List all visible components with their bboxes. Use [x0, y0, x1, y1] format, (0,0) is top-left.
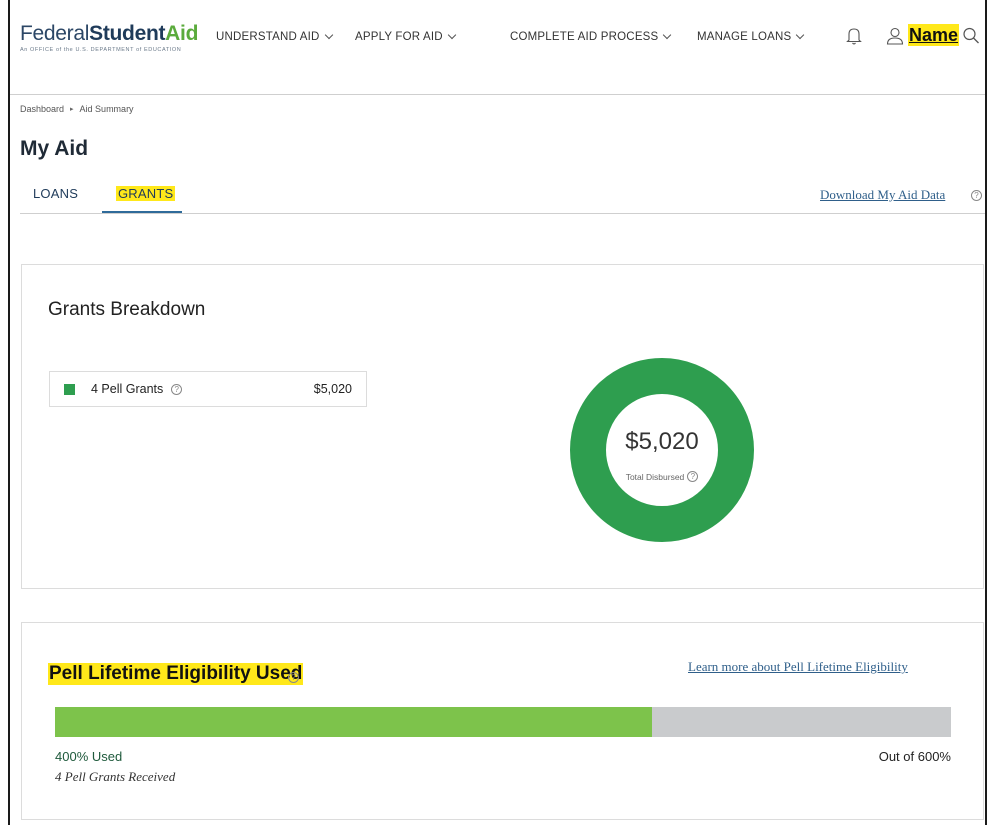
- download-my-aid-data-link[interactable]: Download My Aid Data: [820, 187, 945, 203]
- search-icon[interactable]: [962, 26, 980, 46]
- bell-icon[interactable]: [846, 26, 862, 46]
- grants-received-label: 4 Pell Grants Received: [55, 769, 176, 784]
- nav-understand-aid[interactable]: UNDERSTAND AID: [216, 30, 333, 43]
- tab-loans[interactable]: LOANS: [33, 186, 78, 201]
- logo-word-federal: Federal: [20, 22, 90, 45]
- breadcrumb: Dashboard ▸ Aid Summary: [20, 104, 134, 114]
- eligibility-progress-bar: [55, 707, 951, 737]
- grant-legend-item: 4 Pell Grants ? $5,020: [49, 371, 367, 407]
- breadcrumb-dashboard[interactable]: Dashboard: [20, 104, 64, 114]
- nav-apply-for-aid[interactable]: APPLY FOR AID: [355, 30, 457, 43]
- nav-manage-loans[interactable]: MANAGE LOANS: [697, 30, 805, 43]
- chevron-down-icon: [663, 30, 672, 40]
- logo-word-aid: Aid: [165, 22, 199, 45]
- breadcrumb-separator-icon: ▸: [70, 106, 74, 113]
- nav-label: COMPLETE AID PROCESS: [510, 31, 659, 43]
- nav-label: APPLY FOR AID: [355, 31, 443, 43]
- page-frame: FederalStudentAid An OFFICE of the U.S. …: [0, 0, 992, 825]
- used-percent-label: 400% Used: [55, 749, 123, 764]
- frame-border-right: [985, 0, 987, 825]
- chevron-down-icon: [447, 30, 457, 40]
- tabs-divider: [20, 213, 985, 214]
- grants-breakdown-card: Grants Breakdown 4 Pell Grants ? $5,020 …: [21, 264, 984, 589]
- donut-total-label: Total Disbursed ?: [570, 471, 754, 482]
- nav-complete-aid-process[interactable]: COMPLETE AID PROCESS: [510, 30, 672, 43]
- legend-value: $5,020: [313, 382, 352, 396]
- grants-breakdown-title: Grants Breakdown: [48, 299, 206, 320]
- help-icon[interactable]: ?: [171, 383, 183, 395]
- site-header: FederalStudentAid An OFFICE of the U.S. …: [10, 0, 985, 95]
- tab-grants[interactable]: GRANTS: [116, 186, 176, 201]
- user-icon[interactable]: [886, 26, 904, 46]
- legend-swatch: [64, 383, 75, 395]
- help-icon[interactable]: ?: [687, 471, 699, 482]
- out-of-label: Out of 600%: [878, 749, 951, 764]
- user-name[interactable]: Name: [908, 24, 960, 46]
- pell-eligibility-card: Pell Lifetime Eligibility Used ? Learn m…: [21, 622, 984, 820]
- nav-label: UNDERSTAND AID: [216, 31, 320, 43]
- help-icon[interactable]: ?: [288, 672, 299, 683]
- frame-border-left: [8, 0, 10, 825]
- legend-label: 4 Pell Grants: [91, 382, 164, 396]
- nav-label: MANAGE LOANS: [697, 31, 792, 43]
- logo-subtitle: An OFFICE of the U.S. DEPARTMENT of EDUC…: [20, 47, 182, 53]
- logo-wordmark: FederalStudentAid: [20, 22, 198, 46]
- help-icon[interactable]: ?: [971, 190, 982, 201]
- chevron-down-icon: [796, 30, 805, 40]
- logo-word-student: Student: [89, 22, 166, 45]
- total-disbursed-label: Total Disbursed: [625, 471, 685, 482]
- learn-more-pell-link[interactable]: Learn more about Pell Lifetime Eligibili…: [688, 659, 908, 675]
- eligibility-progress-fill: [55, 707, 653, 737]
- page-title: My Aid: [20, 137, 89, 160]
- pell-eligibility-title: Pell Lifetime Eligibility Used: [48, 663, 304, 685]
- donut-total-value: $5,020: [625, 428, 699, 455]
- fsa-logo[interactable]: FederalStudentAid An OFFICE of the U.S. …: [20, 22, 198, 53]
- chevron-down-icon: [324, 30, 333, 40]
- breadcrumb-aid-summary: Aid Summary: [79, 104, 134, 114]
